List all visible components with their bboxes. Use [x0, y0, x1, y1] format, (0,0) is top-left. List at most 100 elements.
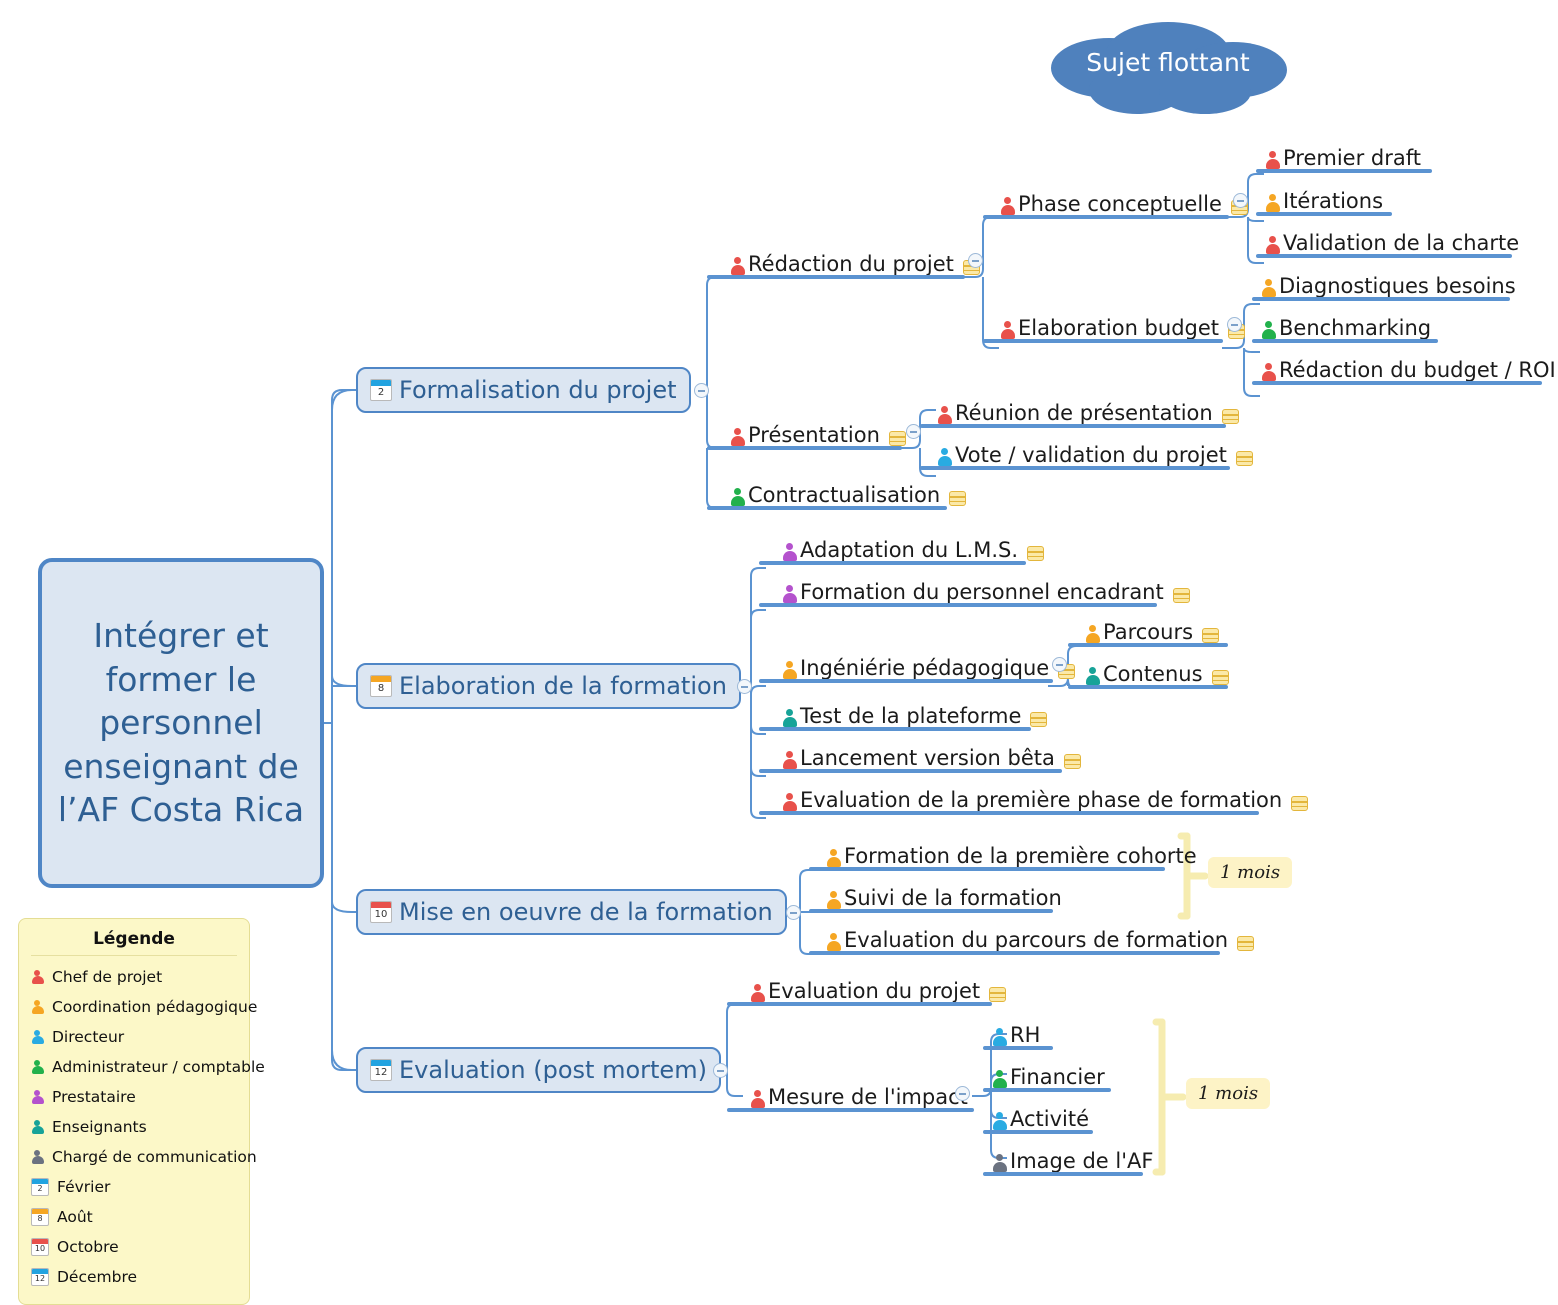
- calendar-number: 2: [377, 387, 385, 398]
- topic-activite[interactable]: Activité: [992, 1103, 1089, 1130]
- topic-underline: [727, 1002, 992, 1006]
- branch-formalisation-du-projet[interactable]: 2 Formalisation du projet: [356, 367, 691, 413]
- notes-icon[interactable]: [989, 987, 1007, 1002]
- topic-label: Financier: [1010, 1065, 1105, 1089]
- floating-topic-cloud[interactable]: Sujet flottant: [1037, 16, 1299, 116]
- mindmap-canvas: Sujet flottant Intégrer et former le per…: [0, 0, 1558, 1305]
- topic-ingenierie-pedagogique[interactable]: Ingéniérie pédagogique: [782, 652, 1076, 679]
- branch-evaluation-post-mortem[interactable]: 12 Evaluation (post mortem): [356, 1047, 721, 1093]
- topic-underline: [1068, 685, 1228, 689]
- topic-underline: [920, 424, 1226, 428]
- topic-parcours[interactable]: Parcours: [1085, 616, 1220, 643]
- topic-financier[interactable]: Financier: [992, 1061, 1105, 1088]
- legend-month-label: Août: [57, 1208, 93, 1226]
- root-node[interactable]: Intégrer et former le personnel enseigna…: [38, 558, 324, 888]
- topic-adaptation-du-lms[interactable]: Adaptation du L.M.S.: [782, 534, 1045, 561]
- topic-label: Phase conceptuelle: [1018, 192, 1222, 216]
- notes-icon[interactable]: [888, 431, 906, 446]
- person-icon: [992, 1070, 1007, 1088]
- notes-icon[interactable]: [1172, 588, 1190, 603]
- notes-icon[interactable]: [1221, 409, 1239, 424]
- branch-mise-en-oeuvre-de-la-formation[interactable]: 10 Mise en oeuvre de la formation: [356, 889, 787, 935]
- topic-presentation[interactable]: Présentation: [730, 419, 906, 446]
- topic-iterations[interactable]: Itérations: [1265, 185, 1383, 212]
- topic-reunion-de-presentation[interactable]: Réunion de présentation: [937, 397, 1239, 424]
- collapse-toggle-presentation[interactable]: [906, 424, 921, 439]
- person-icon: [1261, 363, 1276, 381]
- topic-label: Itérations: [1283, 189, 1384, 213]
- notes-icon[interactable]: [1291, 796, 1309, 811]
- topic-premier-draft[interactable]: Premier draft: [1265, 142, 1421, 169]
- topic-test-de-la-plateforme[interactable]: Test de la plateforme: [782, 700, 1048, 728]
- topic-redaction-du-projet[interactable]: Rédaction du projet: [730, 248, 980, 275]
- notes-icon[interactable]: [1237, 936, 1255, 951]
- person-icon: [826, 933, 841, 951]
- topic-label: Validation de la charte: [1283, 231, 1520, 255]
- collapse-toggle-redaction[interactable]: [968, 253, 983, 268]
- topic-lancement-version-beta[interactable]: Lancement version bêta: [782, 742, 1081, 769]
- topic-label: Test de la plateforme: [800, 704, 1022, 728]
- topic-elaboration-budget[interactable]: Elaboration budget: [1000, 312, 1246, 339]
- topic-evaluation-premiere-phase[interactable]: Evaluation de la première phase de forma…: [782, 784, 1309, 811]
- person-icon: [31, 969, 44, 985]
- branch-elaboration-de-la-formation[interactable]: 8 Elaboration de la formation: [356, 663, 741, 709]
- person-icon: [730, 428, 745, 446]
- topic-label: Formation du personnel encadrant: [800, 580, 1164, 604]
- topic-underline: [759, 679, 1053, 683]
- notes-icon[interactable]: [1235, 451, 1253, 466]
- calendar-number: 8: [377, 683, 385, 694]
- collapse-toggle-formalisation[interactable]: [694, 383, 709, 398]
- topic-label: Lancement version bêta: [800, 746, 1055, 770]
- calendar-number: 12: [374, 1067, 388, 1078]
- topic-underline: [920, 466, 1230, 470]
- topic-benchmarking[interactable]: Benchmarking: [1261, 312, 1431, 339]
- collapse-toggle-mise-en-oeuvre[interactable]: [786, 905, 801, 920]
- person-icon: [31, 999, 44, 1015]
- topic-rh[interactable]: RH: [992, 1019, 1040, 1046]
- topic-underline: [759, 561, 1026, 565]
- person-icon: [782, 661, 797, 679]
- topic-vote-validation-du-projet[interactable]: Vote / validation du projet: [937, 439, 1253, 466]
- person-icon: [1085, 625, 1100, 643]
- collapse-toggle-elaboration-budget[interactable]: [1227, 317, 1242, 332]
- topic-evaluation-du-projet[interactable]: Evaluation du projet: [750, 975, 1007, 1002]
- legend-role-label: Prestataire: [52, 1088, 136, 1106]
- calendar-icon: 10: [370, 901, 392, 923]
- root-label: Intégrer et former le personnel enseigna…: [57, 616, 305, 830]
- topic-evaluation-du-parcours[interactable]: Evaluation du parcours de formation: [826, 924, 1255, 951]
- person-icon: [1265, 236, 1280, 254]
- topic-label: Rédaction du budget / ROI: [1279, 358, 1556, 382]
- topic-redaction-du-budget-roi[interactable]: Rédaction du budget / ROI: [1261, 354, 1556, 381]
- topic-validation-de-la-charte[interactable]: Validation de la charte: [1265, 227, 1519, 254]
- topic-contenus[interactable]: Contenus: [1085, 658, 1229, 685]
- collapse-toggle-elaboration[interactable]: [737, 679, 752, 694]
- topic-contractualisation[interactable]: Contractualisation: [730, 479, 967, 506]
- notes-icon[interactable]: [1027, 546, 1045, 561]
- calendar-icon: 2: [31, 1178, 49, 1196]
- person-icon: [31, 1119, 44, 1135]
- notes-icon[interactable]: [1211, 670, 1229, 685]
- topic-label: Contenus: [1103, 662, 1203, 686]
- collapse-toggle-evaluation[interactable]: [713, 1063, 728, 1078]
- notes-icon[interactable]: [949, 491, 967, 506]
- legend-month-item: 8 Août: [31, 1202, 237, 1232]
- topic-label: Présentation: [748, 423, 880, 447]
- legend-role-label: Chargé de communication: [52, 1148, 257, 1166]
- topic-formation-premiere-cohorte[interactable]: Formation de la première cohorte: [826, 840, 1197, 867]
- collapse-toggle-mesure-de-limpact[interactable]: [955, 1086, 970, 1101]
- collapse-toggle-phase-conceptuelle[interactable]: [1233, 193, 1248, 208]
- notes-icon[interactable]: [1063, 754, 1081, 769]
- person-icon: [31, 1149, 44, 1165]
- notes-icon[interactable]: [1202, 628, 1220, 643]
- person-icon: [826, 891, 841, 909]
- topic-image-de-laf[interactable]: Image de l'AF: [992, 1145, 1153, 1172]
- topic-phase-conceptuelle[interactable]: Phase conceptuelle: [1000, 188, 1248, 215]
- topic-suivi-de-la-formation[interactable]: Suivi de la formation: [826, 882, 1062, 909]
- topic-underline: [1256, 254, 1512, 258]
- person-icon: [992, 1112, 1007, 1130]
- topic-diagnostiques-besoins[interactable]: Diagnostiques besoins: [1261, 270, 1516, 297]
- notes-icon[interactable]: [1030, 712, 1048, 727]
- topic-mesure-de-limpact[interactable]: Mesure de l'impact: [750, 1081, 968, 1108]
- topic-formation-du-personnel-encadrant[interactable]: Formation du personnel encadrant: [782, 576, 1190, 603]
- collapse-toggle-ingenierie[interactable]: [1052, 657, 1067, 672]
